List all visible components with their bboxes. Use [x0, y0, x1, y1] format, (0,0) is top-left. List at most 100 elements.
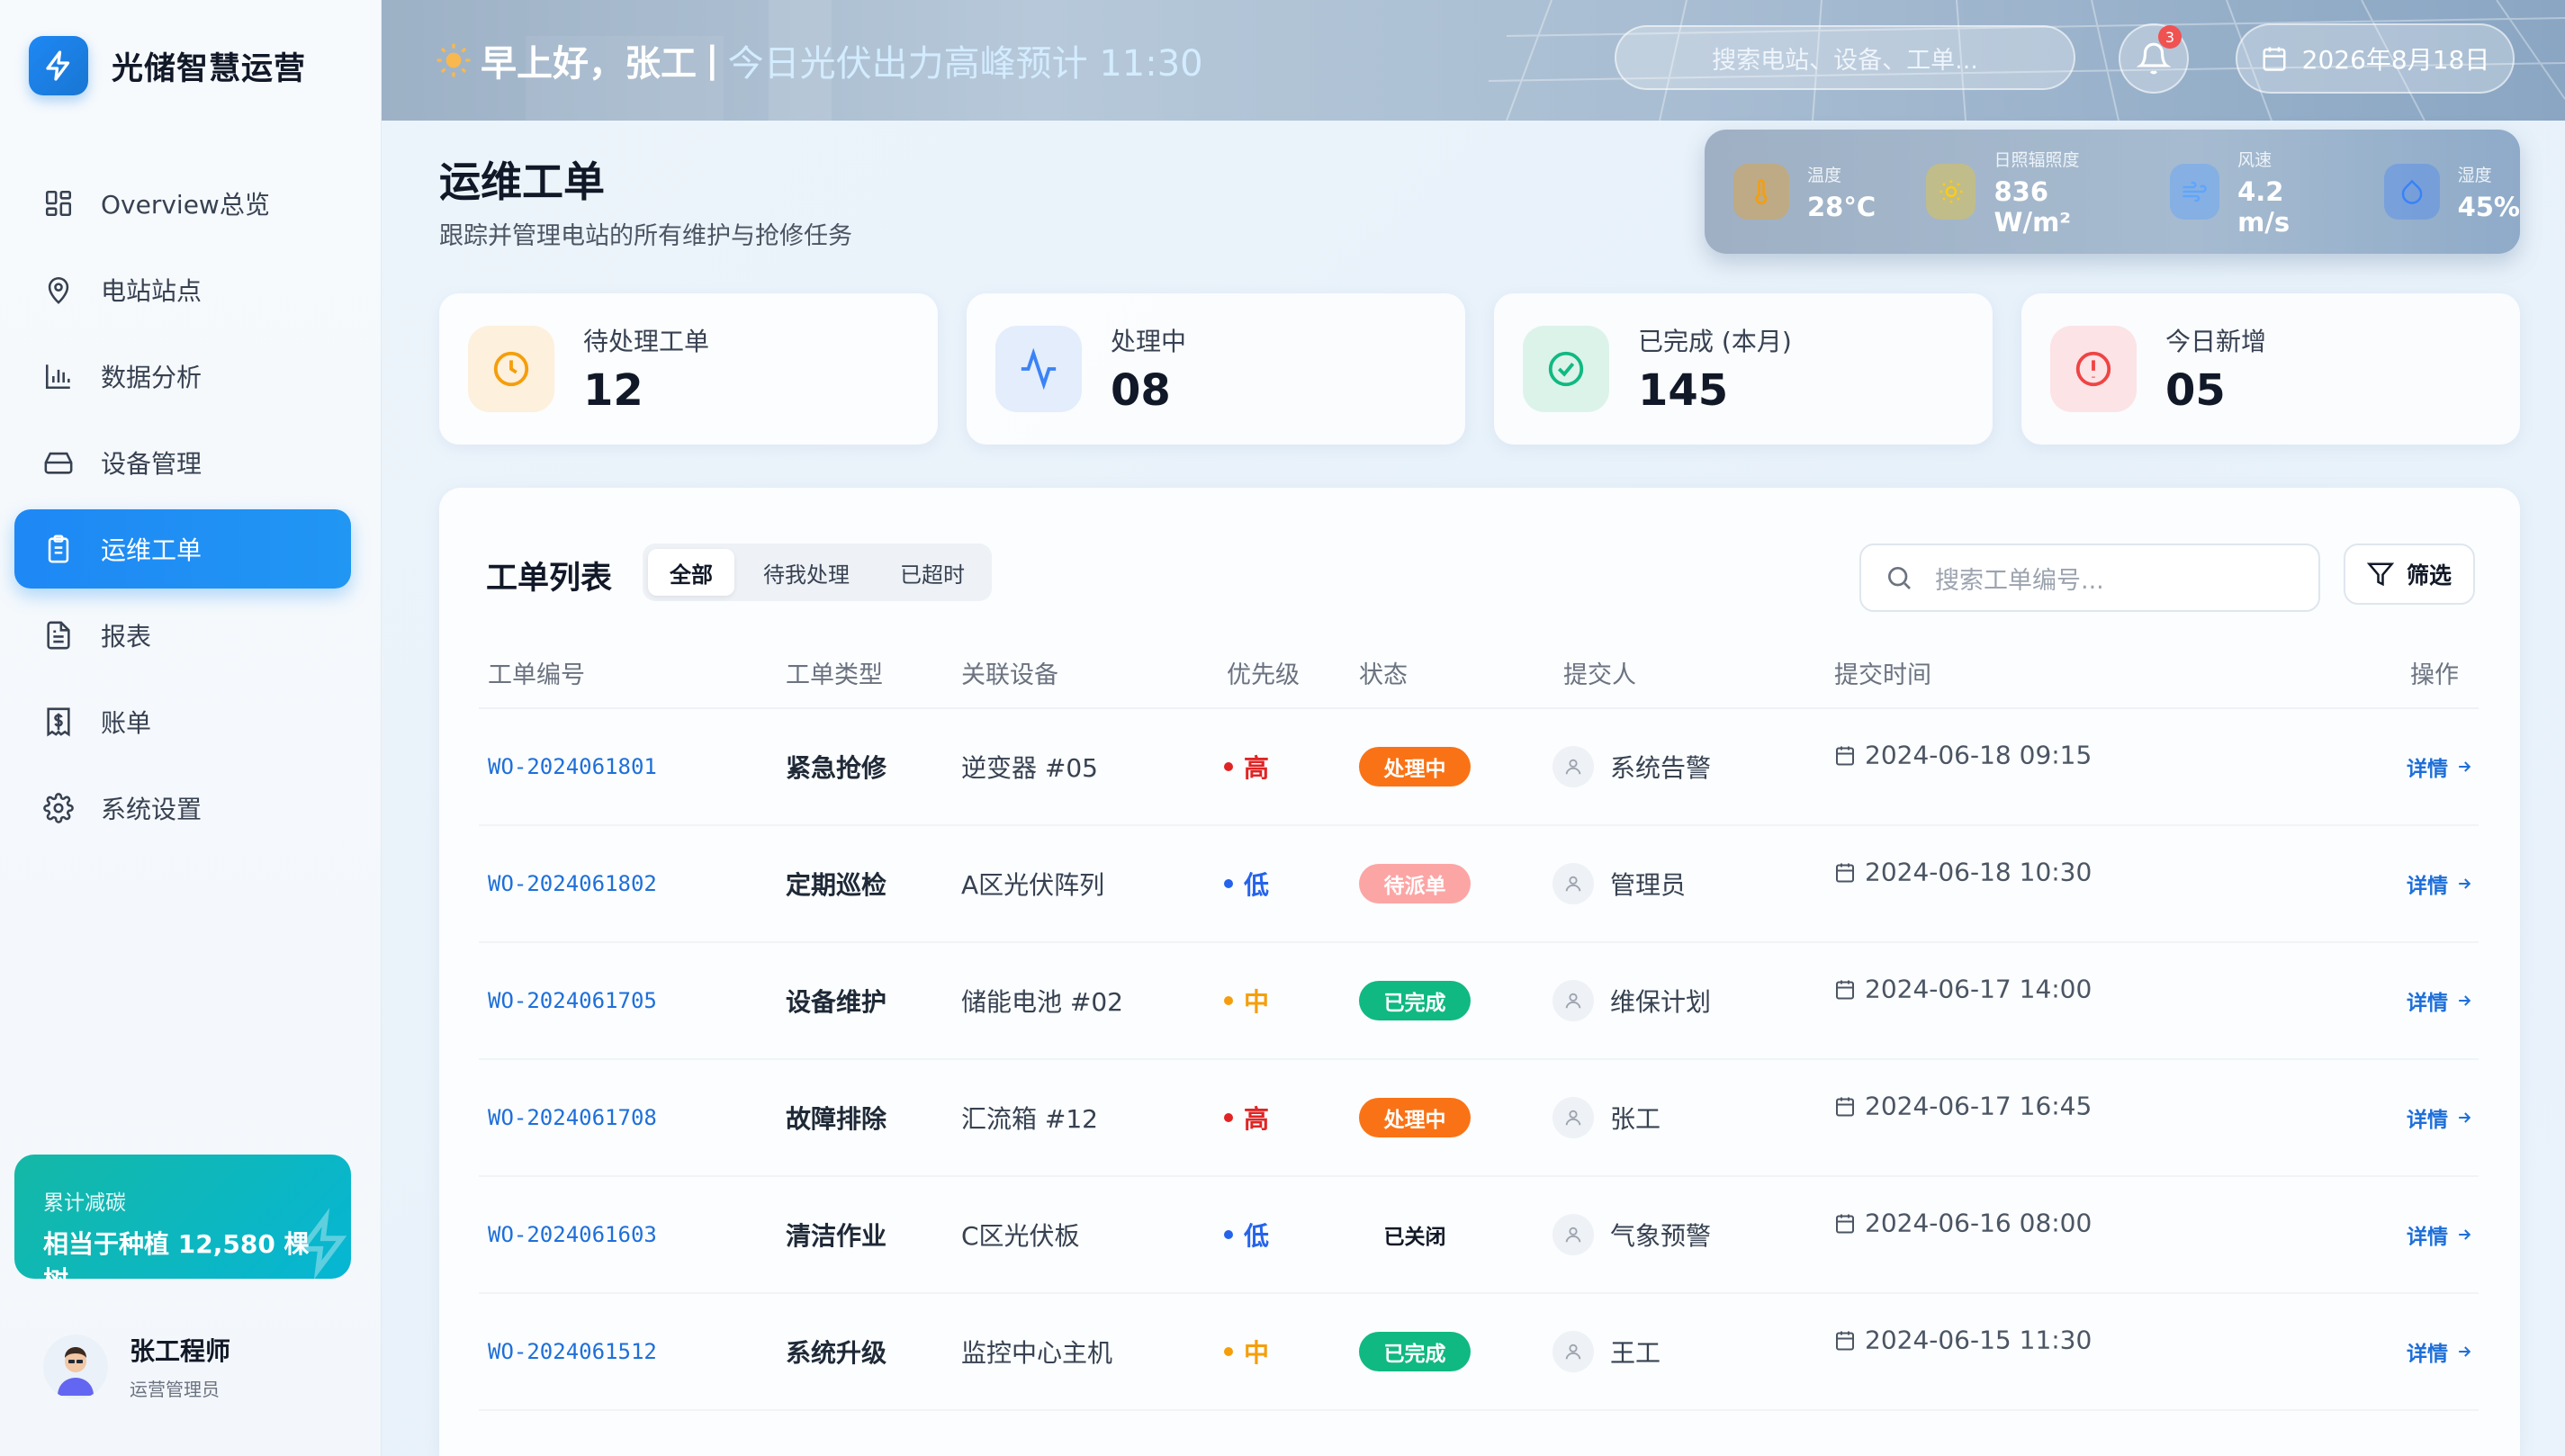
sidebar-item-label: 设备管理	[101, 449, 202, 479]
date-picker[interactable]: 2026年8月18日	[2236, 23, 2515, 94]
related-device: C区光伏板	[961, 1221, 1080, 1251]
sidebar-item-analytics[interactable]: 数据分析	[14, 337, 351, 416]
details-link[interactable]: 详情	[2407, 868, 2473, 899]
avatar	[43, 1334, 108, 1399]
sidebar-item-label: 报表	[101, 622, 152, 652]
stat-label: 已完成 (本月)	[1638, 327, 1792, 356]
brand[interactable]: 光储智慧运营	[29, 36, 306, 95]
submitter-name: 管理员	[1610, 870, 1687, 900]
stat-value: 08	[1111, 365, 1171, 416]
user-role: 运营管理员	[130, 1379, 220, 1400]
details-label: 详情	[2407, 1109, 2448, 1132]
stat-card-completed[interactable]: 已完成 (本月) 145	[1494, 293, 1993, 445]
sidebar-item-devices[interactable]: 设备管理	[14, 423, 351, 502]
arrow-right-icon	[2459, 878, 2471, 889]
priority-label: 中	[1244, 987, 1270, 1017]
weather-label: 日照辐照度	[1994, 149, 2080, 170]
work-order-table-card: 工单列表 全部 待我处理 已超时 搜索工单编号... 筛选 工单编号 工单类型 …	[439, 488, 2520, 1456]
stat-value: 145	[1638, 365, 1729, 416]
lightning-bolt-icon	[296, 1208, 347, 1279]
table-row[interactable]: WO-2024061801 紧急抢修 逆变器 #05 高 处理中 系统告警 20…	[479, 709, 2479, 826]
stat-card-in-progress[interactable]: 处理中 08	[967, 293, 1465, 445]
priority-dot-icon	[1224, 879, 1233, 888]
user-icon	[1552, 1097, 1594, 1138]
details-link[interactable]: 详情	[2407, 1219, 2473, 1250]
tab-all[interactable]: 全部	[648, 549, 734, 596]
stat-card-new-today[interactable]: 今日新增 05	[2021, 293, 2520, 445]
table-row[interactable]: WO-2024061802 定期巡检 A区光伏阵列 低 待派单 管理员 2024…	[479, 826, 2479, 943]
greeting-separator: |	[706, 40, 719, 81]
arrow-right-icon	[2459, 1229, 2471, 1240]
sun-icon	[1926, 164, 1976, 220]
user-icon	[1552, 1331, 1594, 1372]
submitter-name: 维保计划	[1610, 987, 1712, 1017]
filter-button[interactable]: 筛选	[2344, 544, 2475, 605]
receipt-icon	[47, 707, 70, 737]
table-row[interactable]: WO-2024061705 设备维护 储能电池 #02 中 已完成 维保计划 2…	[479, 943, 2479, 1060]
column-header: 状态	[1359, 661, 1408, 689]
submitter: 维保计划	[1552, 980, 1711, 1021]
calendar-icon	[1836, 980, 1854, 1000]
submitter-name: 系统告警	[1610, 753, 1712, 783]
page-subtitle: 跟踪并管理电站的所有维护与抢修任务	[439, 222, 852, 250]
sidebar-item-work-orders[interactable]: 运维工单	[14, 509, 351, 589]
details-link[interactable]: 详情	[2407, 751, 2473, 782]
check-circle-icon	[1523, 326, 1609, 412]
details-link[interactable]: 详情	[2407, 1102, 2473, 1133]
sidebar-item-stations[interactable]: 电站站点	[14, 250, 351, 329]
map-pin-icon	[48, 276, 69, 304]
sidebar-item-reports[interactable]: 报表	[14, 596, 351, 675]
status-badge: 已完成	[1359, 981, 1471, 1020]
table-row[interactable]: WO-2024061512 系统升级 监控中心主机 中 已完成 王工 2024-…	[479, 1294, 2479, 1411]
work-order-id[interactable]: WO-2024061603	[488, 1222, 657, 1247]
user-name: 张工程师	[130, 1336, 231, 1366]
submit-time: 2024-06-15 11:30	[1834, 1326, 2092, 1355]
sidebar-item-bills[interactable]: 账单	[14, 682, 351, 761]
user-profile[interactable]: 张工程师 运营管理员	[43, 1332, 230, 1401]
sidebar-item-overview[interactable]: Overview总览	[14, 164, 351, 243]
details-link[interactable]: 详情	[2407, 985, 2473, 1016]
weather-label: 温度	[1807, 165, 1842, 185]
stat-card-pending[interactable]: 待处理工单 12	[439, 293, 938, 445]
date-text: 2026年8月18日	[2301, 45, 2490, 75]
user-icon	[1552, 863, 1594, 904]
work-order-id[interactable]: WO-2024061512	[488, 1339, 657, 1364]
filter-tabs: 全部 待我处理 已超时	[643, 544, 992, 601]
status-cell: 处理中	[1359, 747, 1471, 786]
column-header: 操作	[2410, 661, 2459, 689]
details-link[interactable]: 详情	[2407, 1336, 2473, 1367]
work-order-id[interactable]: WO-2024061705	[488, 988, 657, 1013]
work-order-id[interactable]: WO-2024061708	[488, 1105, 657, 1130]
submit-time-text: 2024-06-18 10:30	[1865, 857, 2092, 887]
work-order-id[interactable]: WO-2024061802	[488, 871, 657, 896]
work-order-id[interactable]: WO-2024061801	[488, 754, 657, 779]
priority: 高	[1224, 1100, 1269, 1136]
clock-icon	[468, 326, 554, 412]
alert-circle-icon	[2050, 326, 2137, 412]
weather-label: 湿度	[2457, 165, 2492, 185]
filter-label: 筛选	[2406, 562, 2452, 589]
sidebar-item-label: Overview总览	[101, 190, 270, 220]
calendar-icon	[1836, 1097, 1854, 1117]
status-badge: 已完成	[1359, 1332, 1471, 1371]
related-device: 储能电池 #02	[961, 987, 1123, 1017]
calendar-icon	[1836, 746, 1854, 766]
tab-assigned-to-me[interactable]: 待我处理	[742, 549, 871, 596]
sidebar-item-label: 账单	[101, 708, 152, 738]
notification-button[interactable]: 3	[2119, 23, 2189, 94]
sidebar-item-settings[interactable]: 系统设置	[14, 768, 351, 848]
table-row[interactable]: WO-2024061603 清洁作业 C区光伏板 低 已关闭 气象预警 2024…	[479, 1177, 2479, 1294]
priority-label: 低	[1244, 1221, 1270, 1251]
work-order-search-input[interactable]: 搜索工单编号...	[1859, 544, 2320, 612]
filter-icon	[2366, 562, 2394, 587]
tab-overdue[interactable]: 已超时	[878, 549, 986, 596]
global-search-input[interactable]: 搜索电站、设备、工单...	[1615, 25, 2075, 90]
table-header: 工单编号 工单类型 关联设备 优先级 状态 提交人 提交时间 操作	[479, 643, 2479, 709]
submitter: 管理员	[1552, 863, 1686, 904]
greeting: 早上好，张工 | 今日光伏出力高峰预计 11:30	[436, 34, 1203, 86]
file-text-icon	[47, 621, 70, 650]
status-cell: 处理中	[1359, 1098, 1471, 1137]
hard-drive-icon	[44, 452, 73, 474]
table-row[interactable]: WO-2024061708 故障排除 汇流箱 #12 高 处理中 张工 2024…	[479, 1060, 2479, 1177]
status-badge: 已关闭	[1383, 1226, 1446, 1249]
